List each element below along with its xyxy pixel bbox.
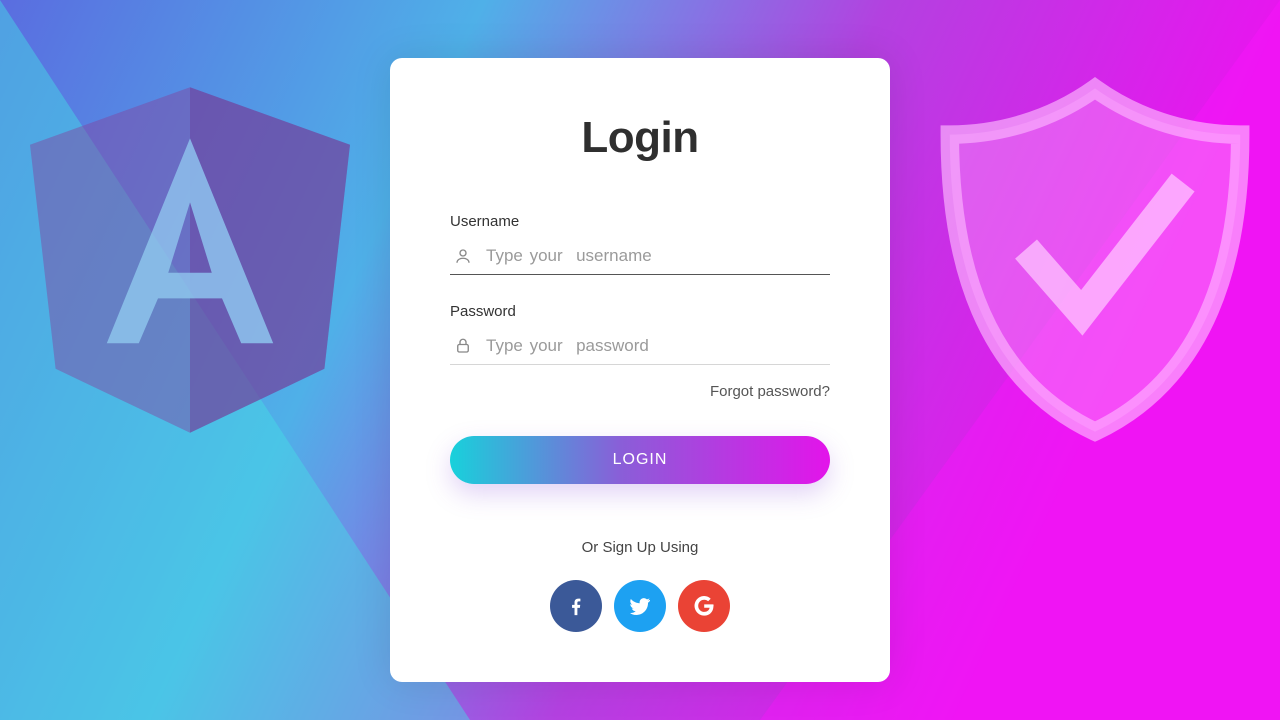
angular-logo-icon (30, 70, 350, 450)
facebook-login-button[interactable] (550, 580, 602, 632)
lock-icon (454, 337, 472, 355)
user-icon (454, 247, 472, 265)
password-field-group: Password (450, 303, 830, 365)
signup-prompt: Or Sign Up Using (450, 539, 830, 556)
shield-check-icon (930, 60, 1260, 460)
google-icon (692, 594, 716, 618)
login-card: Login Username Password Forgot pass (390, 58, 890, 682)
facebook-icon (565, 595, 587, 617)
username-label: Username (450, 213, 830, 230)
username-input-row (450, 238, 830, 275)
twitter-login-button[interactable] (614, 580, 666, 632)
twitter-icon (628, 594, 652, 618)
username-input[interactable] (486, 246, 830, 266)
forgot-password-link[interactable]: Forgot password? (450, 383, 830, 400)
password-label: Password (450, 303, 830, 320)
google-login-button[interactable] (678, 580, 730, 632)
page-background: Login Username Password Forgot pass (0, 0, 1280, 720)
password-input-row (450, 328, 830, 365)
social-login-row (450, 580, 830, 632)
password-input[interactable] (486, 336, 830, 356)
username-field-group: Username (450, 213, 830, 275)
page-title: Login (450, 113, 830, 163)
login-button[interactable]: LOGIN (450, 436, 830, 484)
